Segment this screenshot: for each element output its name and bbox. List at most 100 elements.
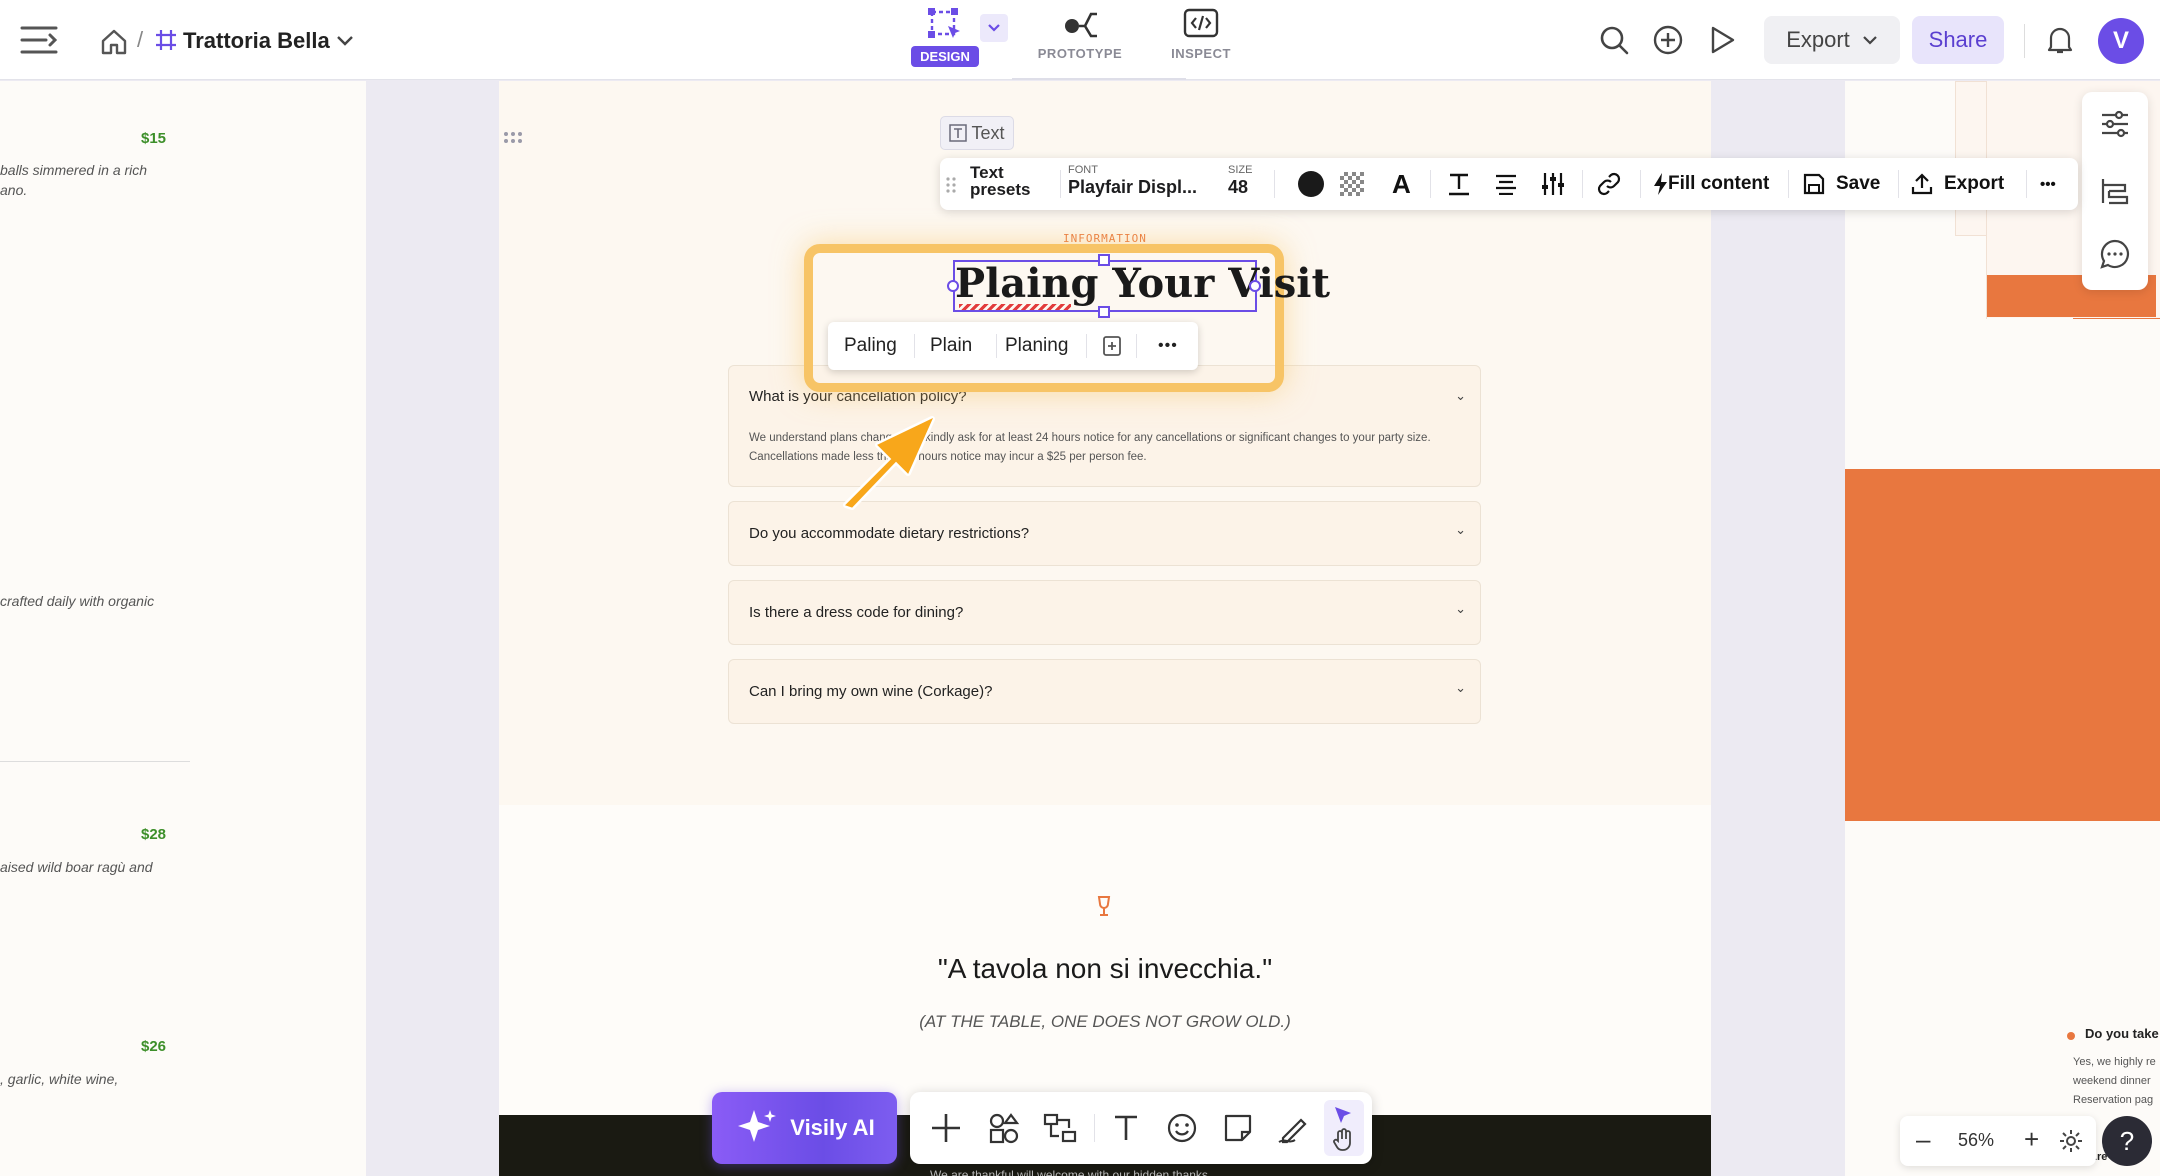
home-icon[interactable]: [98, 26, 130, 58]
flow-icon[interactable]: [1038, 1106, 1082, 1150]
avatar[interactable]: V: [2098, 18, 2144, 64]
pen-icon[interactable]: [1272, 1106, 1316, 1150]
selection-tag-label: Text: [971, 122, 1005, 143]
page-heading[interactable]: Plaing Your Visit: [955, 260, 1330, 307]
project-name[interactable]: Trattoria Bella: [183, 28, 330, 54]
faq-question: Do you accommodate dietary restrictions?: [749, 525, 1030, 542]
settings-gear-icon[interactable]: [2058, 1128, 2084, 1154]
align-text-icon[interactable]: [1494, 158, 1518, 210]
chevron-down-icon[interactable]: ⌄: [1455, 388, 1466, 404]
chevron-down-icon[interactable]: ⌄: [1455, 522, 1466, 538]
menu-frame[interactable]: $15 balls simmered in a rich ano. crafte…: [0, 81, 366, 1176]
sticky-note-icon[interactable]: [1216, 1106, 1260, 1150]
components-icon[interactable]: [982, 1106, 1026, 1150]
comment-icon[interactable]: [2099, 238, 2131, 270]
size-value: 48: [1228, 177, 1249, 197]
drag-grip-icon[interactable]: [946, 176, 958, 194]
fill-content-button[interactable]: Fill content: [1652, 158, 1769, 210]
chevron-down-icon[interactable]: ⌄: [1455, 601, 1466, 617]
text-settings-icon[interactable]: [1540, 158, 1566, 210]
top-bar: / Trattoria Bella DESIGN PROTOTYPE INSPE…: [0, 0, 2160, 80]
divider: [1060, 170, 1061, 198]
sparkle-icon: [738, 1110, 777, 1142]
text-toolbar: Text presets FONT Playfair Displ... SIZE…: [940, 158, 2078, 210]
zoom-out-button[interactable]: –: [1916, 1124, 1930, 1155]
text-presets-button[interactable]: Text presets: [970, 164, 1030, 198]
cursor-icon[interactable]: [1332, 1104, 1356, 1128]
export-button-label: Export: [1786, 27, 1850, 52]
text-format-icon[interactable]: [1446, 158, 1472, 210]
menu-description: balls simmered in a rich: [0, 162, 148, 178]
resize-handle[interactable]: [1098, 306, 1110, 318]
divider: [1094, 1114, 1095, 1142]
bell-icon[interactable]: [2044, 24, 2076, 56]
bottom-toolbar: [910, 1092, 1372, 1164]
divider: [1788, 170, 1789, 198]
upload-icon: [1911, 173, 1933, 195]
more-options-icon[interactable]: •••: [1158, 322, 1178, 370]
play-icon[interactable]: [1704, 22, 1740, 58]
zoom-level[interactable]: 56%: [1958, 1130, 1994, 1151]
heading-selection[interactable]: Plaing Your Visit: [947, 254, 1330, 318]
menu-collapse-icon[interactable]: [18, 20, 60, 60]
font-selector[interactable]: FONT Playfair Displ...: [1068, 164, 1197, 198]
add-circle-icon[interactable]: [1650, 22, 1686, 58]
link-icon[interactable]: [1596, 158, 1622, 210]
add-icon[interactable]: [924, 1106, 968, 1150]
font-caption: FONT: [1068, 164, 1098, 176]
zoom-in-button[interactable]: +: [2024, 1124, 2039, 1155]
visily-ai-label: Visily AI: [790, 1115, 875, 1140]
help-button[interactable]: ?: [2102, 1116, 2152, 1166]
search-icon[interactable]: [1596, 22, 1632, 58]
opacity-icon[interactable]: [1340, 172, 1364, 196]
menu-price: $28: [141, 826, 167, 843]
tab-inspect[interactable]: INSPECT: [1146, 6, 1256, 72]
quote-translation: (AT THE TABLE, ONE DOES NOT GROW OLD.): [919, 1012, 1291, 1031]
text-color-swatch[interactable]: [1298, 171, 1324, 197]
size-caption: SIZE: [1228, 164, 1253, 176]
card-edge: [1986, 191, 1987, 319]
export-selection-button[interactable]: Export: [1910, 158, 2004, 210]
emoji-icon[interactable]: [1160, 1106, 1204, 1150]
text-tool-icon[interactable]: [1104, 1106, 1148, 1150]
spell-suggestion[interactable]: Plain: [930, 322, 972, 370]
tab-design-label: DESIGN: [911, 46, 979, 67]
menu-description: aised wild boar ragù and: [0, 859, 153, 875]
more-options-icon[interactable]: •••: [2040, 158, 2056, 210]
frame-icon: [154, 28, 178, 52]
size-selector[interactable]: SIZE 48: [1228, 164, 1252, 198]
drag-handle-icon[interactable]: [503, 130, 523, 144]
spell-suggestions-menu: Paling Plain Planing •••: [828, 322, 1198, 370]
visily-ai-button[interactable]: Visily AI: [712, 1092, 897, 1164]
design-dropdown-chevron-icon[interactable]: [980, 14, 1008, 42]
hand-icon[interactable]: [1332, 1128, 1356, 1152]
menu-description: ano.: [0, 182, 28, 198]
selection-tag[interactable]: Text: [940, 116, 1014, 150]
zoom-control: – 56% +: [1900, 1116, 2096, 1166]
resize-handle[interactable]: [1249, 280, 1261, 292]
layers-icon[interactable]: [2099, 175, 2131, 207]
faq-item[interactable]: Can I bring my own wine (Corkage)? ⌄: [728, 659, 1481, 724]
spell-suggestion[interactable]: Paling: [844, 322, 897, 370]
text-frame-icon: [949, 124, 968, 142]
sliders-icon[interactable]: [2099, 108, 2131, 140]
spell-suggestion[interactable]: Planing: [1005, 322, 1068, 370]
chevron-down-icon: [1863, 36, 1877, 45]
mode-divider: [1012, 78, 1186, 80]
divider: [1898, 170, 1899, 198]
save-button[interactable]: Save: [1802, 158, 1880, 210]
resize-handle[interactable]: [1098, 254, 1110, 266]
export-selection-label: Export: [1944, 173, 2005, 194]
resize-handle[interactable]: [947, 280, 959, 292]
faq-line: Yes, we highly re: [2073, 1056, 2156, 1068]
export-button[interactable]: Export: [1764, 16, 1900, 64]
share-button[interactable]: Share: [1912, 16, 2004, 64]
tab-prototype[interactable]: PROTOTYPE: [1025, 6, 1135, 72]
chevron-down-icon[interactable]: [334, 30, 356, 52]
faq-item[interactable]: Is there a dress code for dining? ⌄: [728, 580, 1481, 645]
faq-question: Is there a dress code for dining?: [749, 604, 964, 621]
add-to-dictionary-icon[interactable]: [1102, 322, 1122, 370]
chevron-down-icon[interactable]: ⌄: [1455, 680, 1466, 696]
footer-text: We are thankful will welcome with our hi…: [930, 1168, 1208, 1176]
text-style-icon[interactable]: A: [1392, 158, 1411, 210]
